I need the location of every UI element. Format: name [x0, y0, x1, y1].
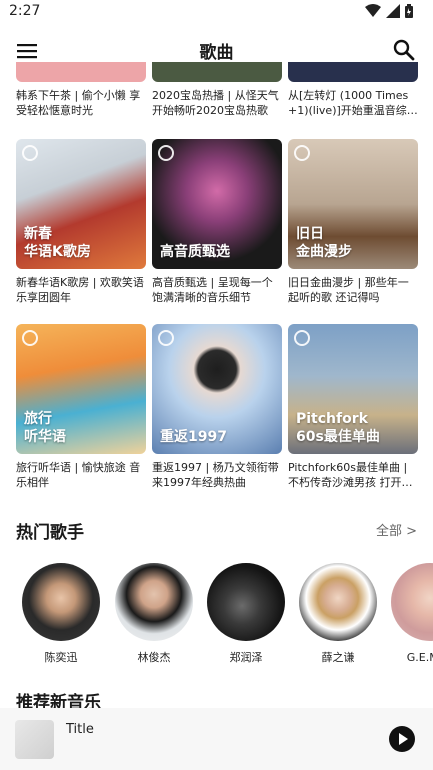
playlist-grid: 韩系下午茶 | 偷个小懒 享受轻松惬意时光 2020宝岛热播 | 从怪天气开始畅…: [0, 62, 433, 508]
status-bar: 2:27: [0, 0, 433, 24]
singer-item[interactable]: 陈奕迅: [15, 563, 107, 665]
playlist-caption: 旅行听华语 | 愉快旅途 音乐相伴: [16, 461, 141, 489]
music-logo-icon: [294, 330, 310, 346]
signal-icon: [386, 4, 400, 18]
avatar: [207, 563, 285, 641]
battery-icon: [405, 4, 413, 18]
avatar: [299, 563, 377, 641]
avatar: [115, 563, 193, 641]
music-logo-icon: [294, 145, 310, 161]
playlist-caption: 2020宝岛热播 | 从怪天气开始畅听2020宝岛热歌: [152, 89, 279, 117]
playlist-cover-title: Pitchfork 60s最佳单曲: [296, 411, 380, 445]
wifi-icon: [365, 4, 381, 17]
hot-singers-header: 热门歌手 全部 >: [0, 518, 433, 543]
play-icon[interactable]: [389, 726, 415, 752]
playlist-cover: 新春 华语K歌房: [16, 139, 146, 269]
mini-player-cover: [15, 720, 54, 759]
music-logo-icon: [22, 145, 38, 161]
playlist-cover: [152, 62, 282, 82]
playlist-cover-title: 旅行 听华语: [24, 411, 66, 445]
playlist-caption: 从[左转灯 (1000 Times +1)(live)]开始重温音综…: [288, 89, 418, 117]
status-time: 2:27: [9, 3, 41, 19]
playlist-cover-title: 高音质甄选: [160, 244, 230, 260]
playlist-cover-title: 新春 华语K歌房: [24, 226, 91, 260]
playlist-cover: 旧日 金曲漫步: [288, 139, 418, 269]
playlist-caption: 高音质甄选 | 呈现每一个饱满清晰的音乐细节: [152, 276, 273, 304]
mini-player[interactable]: Title: [0, 708, 433, 770]
playlist-card[interactable]: Pitchfork 60s最佳单曲 Pitchfork60s最佳单曲 | 不朽传…: [288, 324, 418, 490]
section-title: 热门歌手: [16, 523, 84, 543]
playlist-caption: 新春华语K歌房 | 欢歌笑语 乐享团圆年: [16, 276, 144, 304]
playlist-cover: 高音质甄选: [152, 139, 282, 269]
playlist-caption: 韩系下午茶 | 偷个小懒 享受轻松惬意时光: [16, 89, 141, 117]
avatar: [22, 563, 100, 641]
playlist-cover: 重返1997: [152, 324, 282, 454]
singer-name: 郑润泽: [229, 651, 263, 664]
playlist-card[interactable]: 旅行 听华语 旅行听华语 | 愉快旅途 音乐相伴: [16, 324, 146, 490]
playlist-cover: [16, 62, 146, 82]
playlist-cover: Pitchfork 60s最佳单曲: [288, 324, 418, 454]
singer-name: 薛之谦: [321, 651, 355, 664]
status-icons: [365, 4, 413, 18]
singer-item[interactable]: 薛之谦: [292, 563, 384, 665]
playlist-card[interactable]: 新春 华语K歌房 新春华语K歌房 | 欢歌笑语 乐享团圆年: [16, 139, 146, 305]
page-title: 歌曲: [199, 43, 234, 63]
playlist-card[interactable]: 重返1997 重返1997 | 杨乃文领衔带来1997年经典热曲: [152, 324, 282, 490]
singer-item[interactable]: G.E.M.邓: [384, 563, 433, 665]
playlist-card[interactable]: 旧日 金曲漫步 旧日金曲漫步 | 那些年一起听的歌 还记得吗: [288, 139, 418, 305]
see-all-link[interactable]: 全部 >: [376, 520, 417, 539]
playlist-card[interactable]: 从[左转灯 (1000 Times +1)(live)]开始重温音综…: [288, 62, 418, 118]
playlist-card[interactable]: 2020宝岛热播 | 从怪天气开始畅听2020宝岛热歌: [152, 62, 282, 118]
playlist-caption: 重返1997 | 杨乃文领衔带来1997年经典热曲: [152, 461, 279, 489]
playlist-card[interactable]: 高音质甄选 高音质甄选 | 呈现每一个饱满清晰的音乐细节: [152, 139, 282, 305]
music-logo-icon: [22, 330, 38, 346]
music-logo-icon: [158, 330, 174, 346]
playlist-cover-title: 旧日 金曲漫步: [296, 226, 352, 260]
singer-name: 林俊杰: [137, 651, 171, 664]
playlist-card[interactable]: 韩系下午茶 | 偷个小懒 享受轻松惬意时光: [16, 62, 146, 118]
playlist-cover: [288, 62, 418, 82]
music-logo-icon: [158, 145, 174, 161]
search-icon[interactable]: [391, 37, 417, 63]
singer-name: 陈奕迅: [44, 651, 78, 664]
playlist-cover-title: 重返1997: [160, 429, 227, 445]
playlist-caption: 旧日金曲漫步 | 那些年一起听的歌 还记得吗: [288, 276, 409, 304]
playlist-cover: 旅行 听华语: [16, 324, 146, 454]
singer-item[interactable]: 郑润泽: [200, 563, 292, 665]
playlist-caption: Pitchfork60s最佳单曲 | 不朽传奇沙滩男孩 打开…: [288, 461, 413, 489]
singer-name: G.E.M.邓: [406, 651, 433, 664]
mini-player-title: Title: [66, 722, 94, 737]
hot-singers-list: 陈奕迅 林俊杰 郑润泽 薛之谦 G.E.M.邓: [0, 563, 433, 668]
avatar: [391, 563, 433, 641]
singer-item[interactable]: 林俊杰: [108, 563, 200, 665]
